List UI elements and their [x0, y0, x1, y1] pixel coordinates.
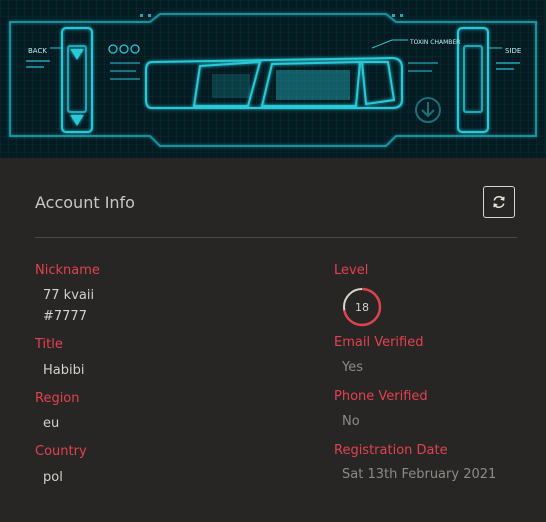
region-label: Region	[35, 391, 80, 406]
banner-back-label: BACK	[28, 47, 47, 55]
player-card-banner: BACK SIDE TOXIN CHAMBER	[0, 0, 546, 158]
nickname-tag: #7777	[43, 309, 87, 324]
email-verified-label: Email Verified	[334, 335, 424, 350]
page-title: Account Info	[35, 193, 135, 212]
account-header: Account Info	[35, 186, 517, 220]
header-divider	[35, 237, 517, 238]
registration-date-value: Sat 13th February 2021	[342, 467, 497, 482]
refresh-button[interactable]	[483, 186, 515, 218]
title-value: Habibi	[43, 363, 85, 378]
refresh-icon	[493, 195, 505, 209]
account-info-card: BACK SIDE TOXIN CHAMBER Account Info Nic…	[0, 0, 546, 522]
title-label: Title	[35, 337, 63, 352]
level-label: Level	[334, 263, 369, 278]
registration-date-label: Registration Date	[334, 443, 448, 458]
region-value: eu	[43, 416, 60, 431]
nickname-label: Nickname	[35, 263, 100, 278]
phone-verified-value: No	[342, 414, 360, 429]
banner-chamber-label: TOXIN CHAMBER	[409, 39, 460, 46]
country-value: pol	[43, 470, 63, 485]
email-verified-value: Yes	[342, 360, 363, 375]
phone-verified-label: Phone Verified	[334, 389, 428, 404]
banner-side-label: SIDE	[505, 47, 521, 55]
country-label: Country	[35, 444, 87, 459]
level-value: 18	[355, 300, 369, 314]
nickname-value: 77 kvaii	[43, 288, 95, 303]
